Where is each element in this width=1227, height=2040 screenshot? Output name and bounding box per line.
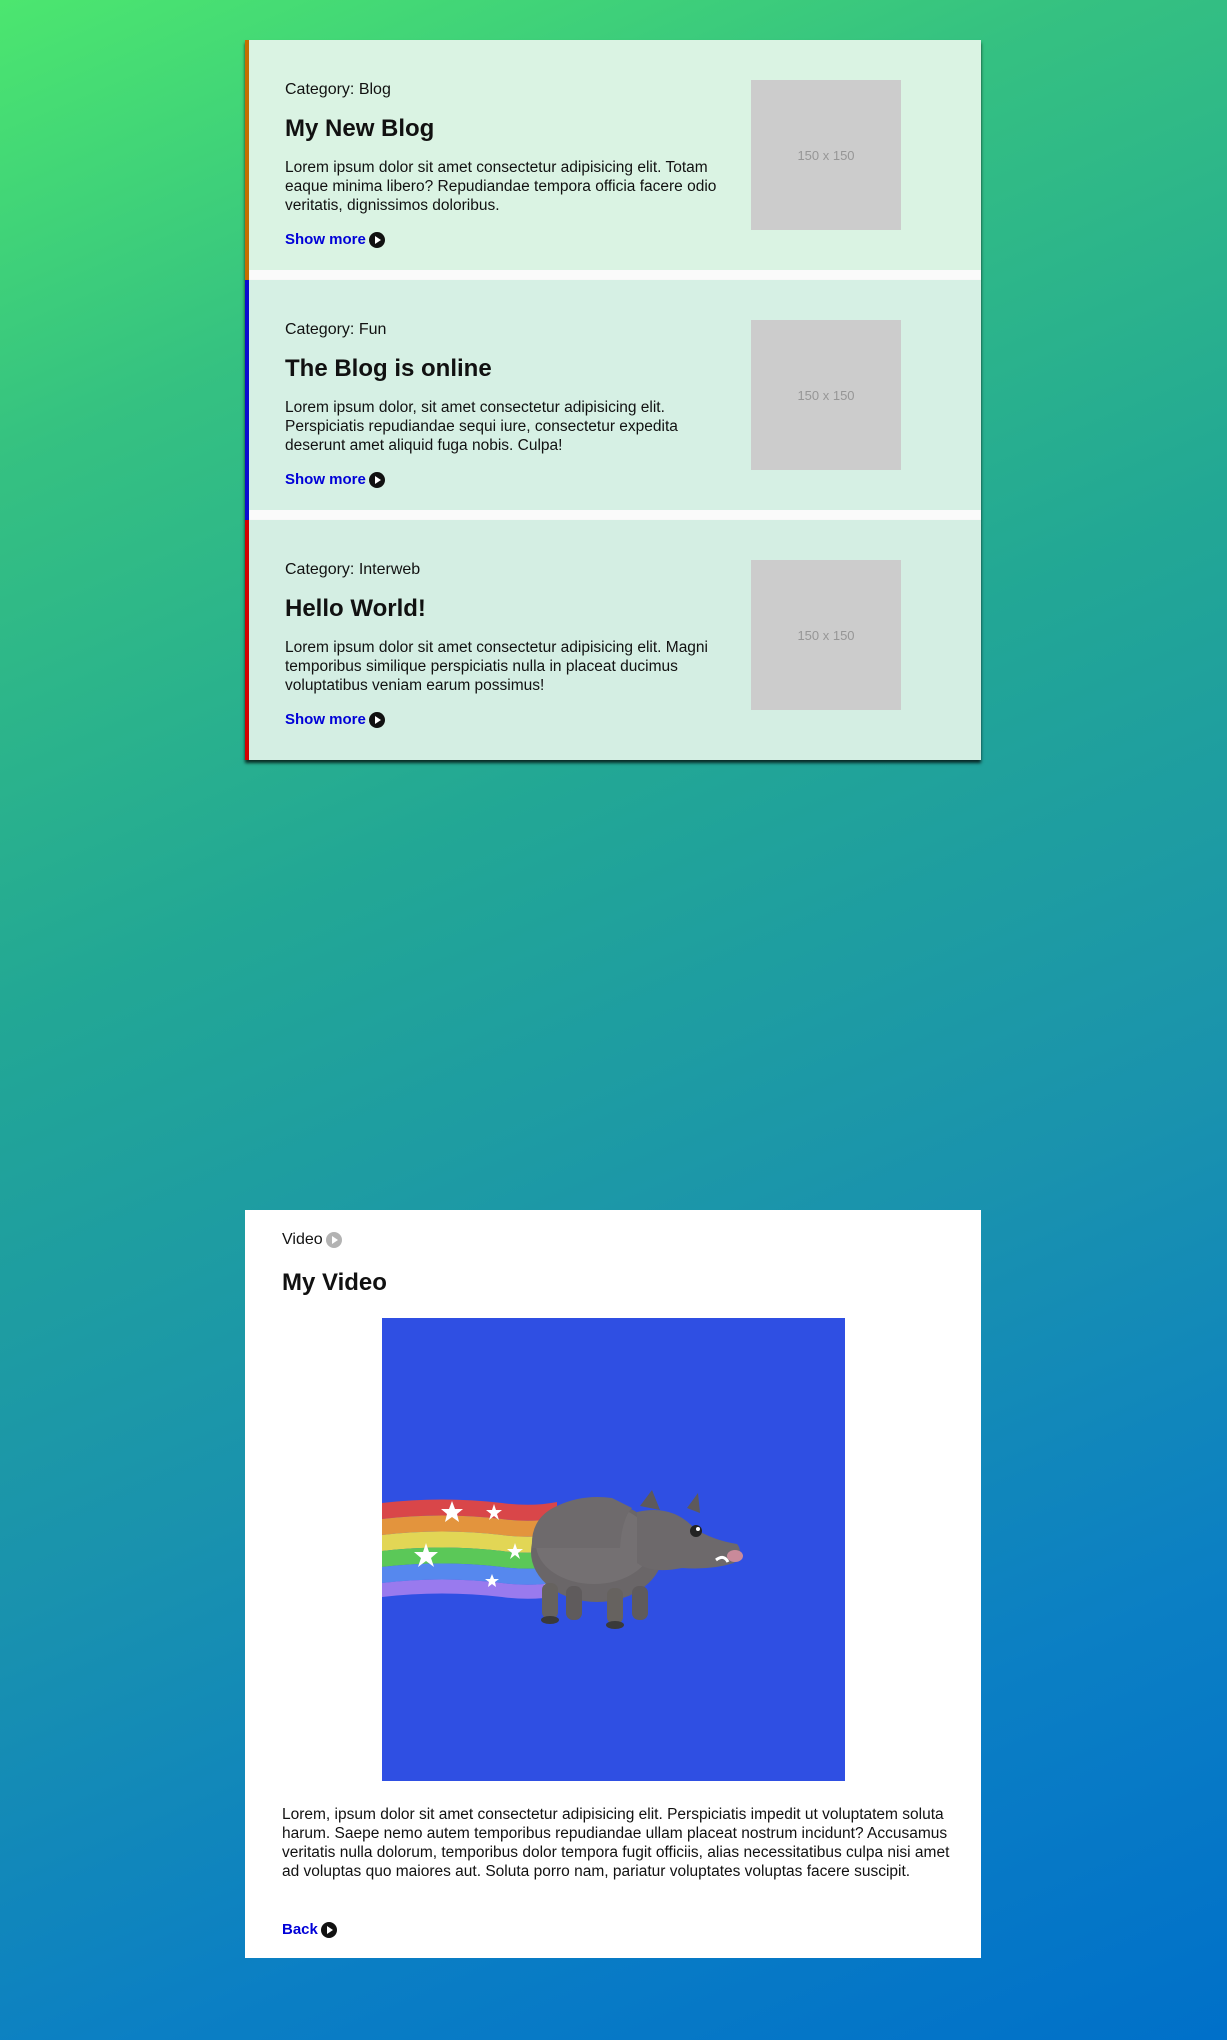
post-title: Hello World! <box>285 595 426 622</box>
video-description: Lorem, ipsum dolor sit amet consectetur … <box>282 1806 950 1880</box>
post-content: Category: Blog My New Blog Lorem ipsum d… <box>285 80 725 250</box>
nyan-boar-video-frame <box>382 1490 743 1629</box>
post-excerpt: Lorem ipsum dolor, sit amet consectetur … <box>285 399 678 454</box>
show-more-label: Show more <box>285 711 366 728</box>
post-list: Category: Blog My New Blog Lorem ipsum d… <box>245 40 981 760</box>
play-circle-icon <box>368 232 385 248</box>
rainbow-trail <box>382 1499 557 1599</box>
post-category: Category: Blog <box>285 81 391 98</box>
post-title: My New Blog <box>285 115 435 142</box>
card-divider <box>249 510 981 520</box>
play-circle-icon <box>368 472 385 488</box>
post-category: Category: Fun <box>285 321 387 338</box>
post-content: Category: Interweb Hello World! Lorem ip… <box>285 560 725 730</box>
play-circle-icon <box>320 1922 337 1938</box>
post-card: Category: Blog My New Blog Lorem ipsum d… <box>245 40 981 280</box>
post-thumbnail: 150 x 150 <box>751 320 901 470</box>
post-content: Category: Fun The Blog is online Lorem i… <box>285 320 725 490</box>
video-title: My Video <box>282 1269 387 1296</box>
play-circle-icon <box>368 712 385 728</box>
show-more-label: Show more <box>285 471 366 488</box>
show-more-label: Show more <box>285 231 366 248</box>
post-card: Category: Fun The Blog is online Lorem i… <box>245 280 981 520</box>
back-link[interactable]: Back <box>282 1920 337 1940</box>
show-more-link[interactable]: Show more <box>285 230 385 250</box>
boar-figure <box>531 1490 743 1629</box>
back-label: Back <box>282 1921 318 1938</box>
video-card: Video My Video Lorem, ipsum dolor sit am… <box>245 1210 981 1958</box>
show-more-link[interactable]: Show more <box>285 710 385 730</box>
video-category-label: Video <box>282 1231 323 1248</box>
show-more-link[interactable]: Show more <box>285 470 385 490</box>
video-player[interactable] <box>382 1318 845 1781</box>
post-title: The Blog is online <box>285 355 492 382</box>
thumbnail-placeholder-label: 150 x 150 <box>797 147 855 163</box>
post-thumbnail: 150 x 150 <box>751 80 901 230</box>
thumbnail-placeholder-label: 150 x 150 <box>797 627 855 643</box>
video-category: Video <box>282 1230 342 1250</box>
card-divider <box>249 270 981 280</box>
post-category: Category: Interweb <box>285 561 421 578</box>
thumbnail-placeholder-label: 150 x 150 <box>797 387 855 403</box>
post-excerpt: Lorem ipsum dolor sit amet consectetur a… <box>285 159 717 214</box>
post-thumbnail: 150 x 150 <box>751 560 901 710</box>
post-card: Category: Interweb Hello World! Lorem ip… <box>245 520 981 760</box>
post-excerpt: Lorem ipsum dolor sit amet consectetur a… <box>285 639 708 694</box>
play-circle-icon <box>325 1232 342 1248</box>
